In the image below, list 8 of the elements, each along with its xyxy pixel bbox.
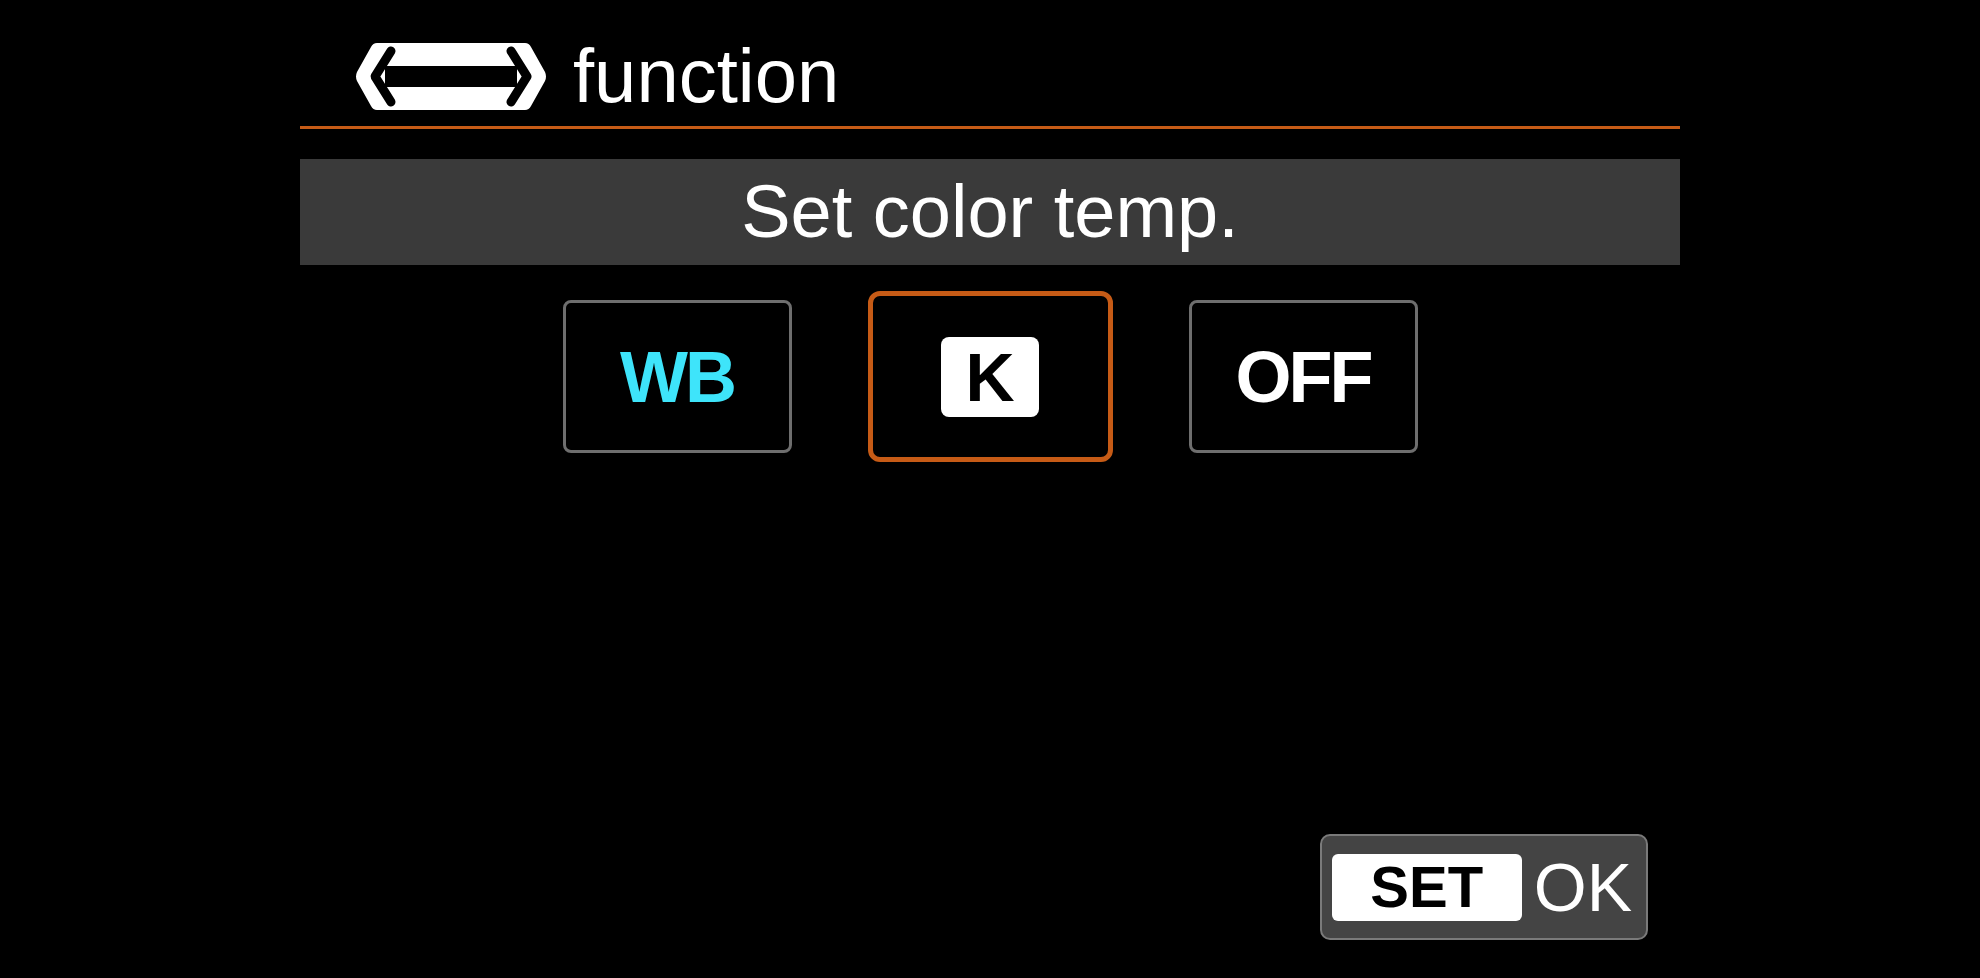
option-button[interactable]: OFF — [1188, 300, 1418, 453]
kelvin-badge: K — [941, 336, 1039, 417]
option-button[interactable]: K — [867, 291, 1113, 462]
set-key-label: SET — [1331, 853, 1522, 921]
ok-button[interactable]: SET OK — [1319, 834, 1648, 940]
screen-title: function — [573, 38, 840, 114]
prompt-bar: Set color temp. — [300, 159, 1680, 265]
option-button[interactable]: WB — [562, 300, 792, 453]
